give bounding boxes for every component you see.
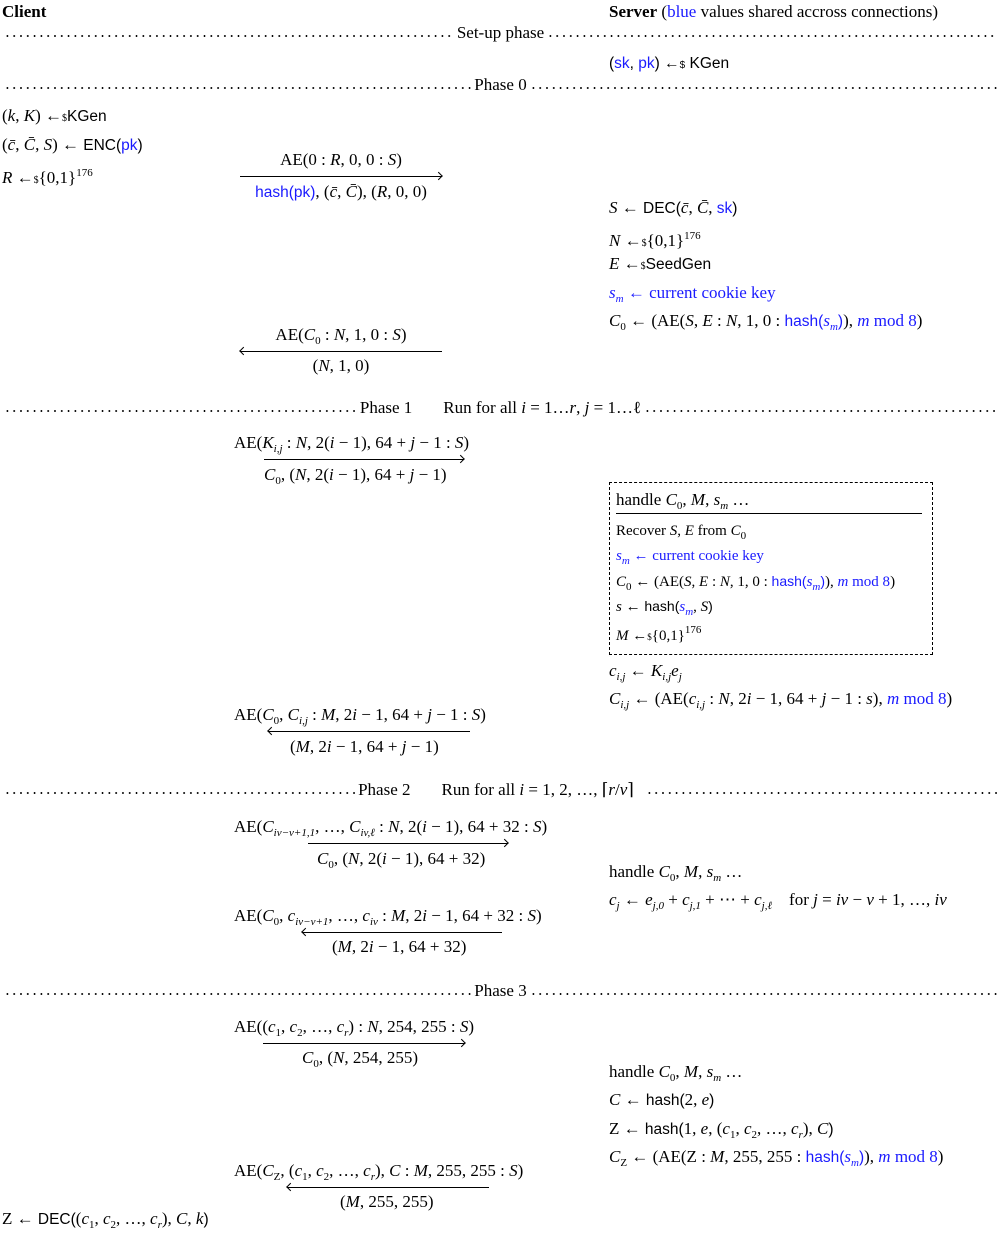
- phase2-msg2-bottom: (M, 2i − 1, 64 + 32): [332, 937, 467, 956]
- client-random-R: R ←${0,1}176: [2, 167, 93, 187]
- server-note-blue-word: blue: [667, 2, 697, 21]
- phase3-server-hash-Z: Z ← hash(1, e, (c1, c2, …, cr), C): [609, 1119, 834, 1141]
- handle-box-cookie-key: sm ← current cookie key: [616, 548, 764, 567]
- phase1-msg1-top: AE(Ki,j : N, 2(i − 1), 64 + j − 1 : S): [234, 433, 470, 455]
- phase1-divider: Phase 1 Run for all i = 1…r, j = 1…ℓ: [4, 398, 997, 418]
- phase3-msg1-bottom: C0, (N, 254, 255): [302, 1048, 419, 1070]
- server-decapsulate: S ← DEC(c̄, C̄, sk): [609, 198, 738, 217]
- phase2-server-combine: cj ← ej,0 + cj,1 + ⋯ + cj,ℓ for j = iv −…: [609, 890, 947, 912]
- phase3-msg1-arrow: [263, 1043, 465, 1044]
- server-column-title: Server (blue values shared accross conne…: [609, 2, 938, 22]
- phase2-server-handle: handle C0, M, sm …: [609, 862, 743, 884]
- phase0-label: Phase 0: [474, 75, 527, 94]
- phase2-msg2-top: AE(C0, civ−v+1, …, civ : M, 2i − 1, 64 +…: [234, 906, 542, 928]
- handle-box-session-key: s ← hash(sm, S): [616, 598, 713, 618]
- handle-box-title: handle C0, M, sm …: [616, 490, 750, 512]
- phase0-msg2-arrow: [240, 351, 442, 352]
- phase0-msg1-top: AE(0 : R, 0, 0 : S): [280, 150, 402, 169]
- handle-box-C0: C0 ← (AE(S, E : N, 1, 0 : hash(sm)), m m…: [616, 573, 896, 593]
- phase1-msg1-arrow: [264, 459, 464, 460]
- phase0-msg1-arrow: [240, 176, 442, 177]
- server-seedgen: E ←$SeedGen: [609, 254, 712, 273]
- phase2-msg2-arrow: [302, 932, 502, 933]
- phase1-label: Phase 1: [359, 398, 413, 417]
- phase2-divider: Phase 2 Run for all i = 1, 2, …, ⌈r/v⌉: [4, 780, 997, 800]
- phase2-msg1-arrow: [308, 843, 508, 844]
- phase2-msg1-bottom: C0, (N, 2(i − 1), 64 + 32): [317, 849, 486, 871]
- phase0-divider: Phase 0: [4, 75, 998, 95]
- server-cookie-key: sm ← current cookie key: [609, 283, 776, 305]
- phase1-msg1-bottom: C0, (N, 2(i − 1), 64 + j − 1): [264, 465, 447, 487]
- phase3-msg2-bottom: (M, 255, 255): [340, 1192, 434, 1211]
- server-random-N: N ←${0,1}176: [609, 230, 701, 250]
- phase3-divider: Phase 3: [4, 981, 998, 1001]
- phase0-msg2-bottom: (N, 1, 0): [312, 356, 370, 375]
- phase1-msg2-arrow: [268, 731, 470, 732]
- server-title: Server: [609, 2, 658, 21]
- setup-phase-divider: Set-up phase: [4, 23, 997, 43]
- server-encrypt-c-ij: ci,j ← Ki,jej: [609, 661, 682, 683]
- phase0-msg2-top: AE(C0 : N, 1, 0 : S): [275, 325, 407, 347]
- phase3-server-handle: handle C0, M, sm …: [609, 1062, 743, 1084]
- phase3-msg2-top: AE(CZ, (c1, c2, …, cr), C : M, 255, 255 …: [234, 1161, 524, 1183]
- server-keygen: (sk, pk) ←$ KGen: [609, 55, 730, 72]
- setup-phase-label: Set-up phase: [456, 23, 545, 42]
- handle-box-recover: Recover S, E from C0: [616, 523, 747, 542]
- phase1-msg2-bottom: (M, 2i − 1, 64 + j − 1): [290, 737, 439, 756]
- phase3-label: Phase 3: [474, 981, 527, 1000]
- phase2-msg1-top: AE(Civ−v+1,1, …, Civ,ℓ : N, 2(i − 1), 64…: [234, 817, 548, 839]
- client-column-title: Client: [2, 2, 47, 21]
- client-encapsulate: (c̄, C̄, S) ← ENC(pk): [2, 135, 143, 154]
- client-keygen: (k, K) ←$KGen: [2, 106, 107, 125]
- phase3-msg1-top: AE((c1, c2, …, cr) : N, 254, 255 : S): [234, 1017, 475, 1039]
- phase0-msg1-bottom: hash(pk), (c̄, C̄), (R, 0, 0): [255, 182, 427, 201]
- phase3-server-cipher-CZ: CZ ← (AE(Z : M, 255, 255 : hash(sm)), m …: [609, 1147, 944, 1169]
- phase3-msg2-arrow: [287, 1187, 489, 1188]
- phase2-note: Run for all i = 1, 2, …, ⌈r/v⌉: [441, 780, 634, 799]
- server-cookie-C0: C0 ← (AE(S, E : N, 1, 0 : hash(sm)), m m…: [609, 311, 923, 333]
- client-final-decrypt: Z ← DEC((c1, c2, …, cr), C, k): [2, 1209, 209, 1231]
- phase2-label: Phase 2: [358, 780, 411, 799]
- phase3-server-hash-C: C ← hash(2, e): [609, 1090, 715, 1109]
- server-cipher-C-ij: Ci,j ← (AE(ci,j : N, 2i − 1, 64 + j − 1 …: [609, 689, 953, 711]
- server-note-rest: values shared accross connections): [696, 2, 939, 21]
- handle-box-rule: [616, 513, 922, 514]
- phase1-note: Run for all i = 1…r, j = 1…ℓ: [443, 398, 642, 417]
- handle-box-random-M: M ←${0,1}176: [616, 624, 702, 644]
- handle-cookie-box: handle C0, M, sm … Recover S, E from C0 …: [609, 482, 933, 655]
